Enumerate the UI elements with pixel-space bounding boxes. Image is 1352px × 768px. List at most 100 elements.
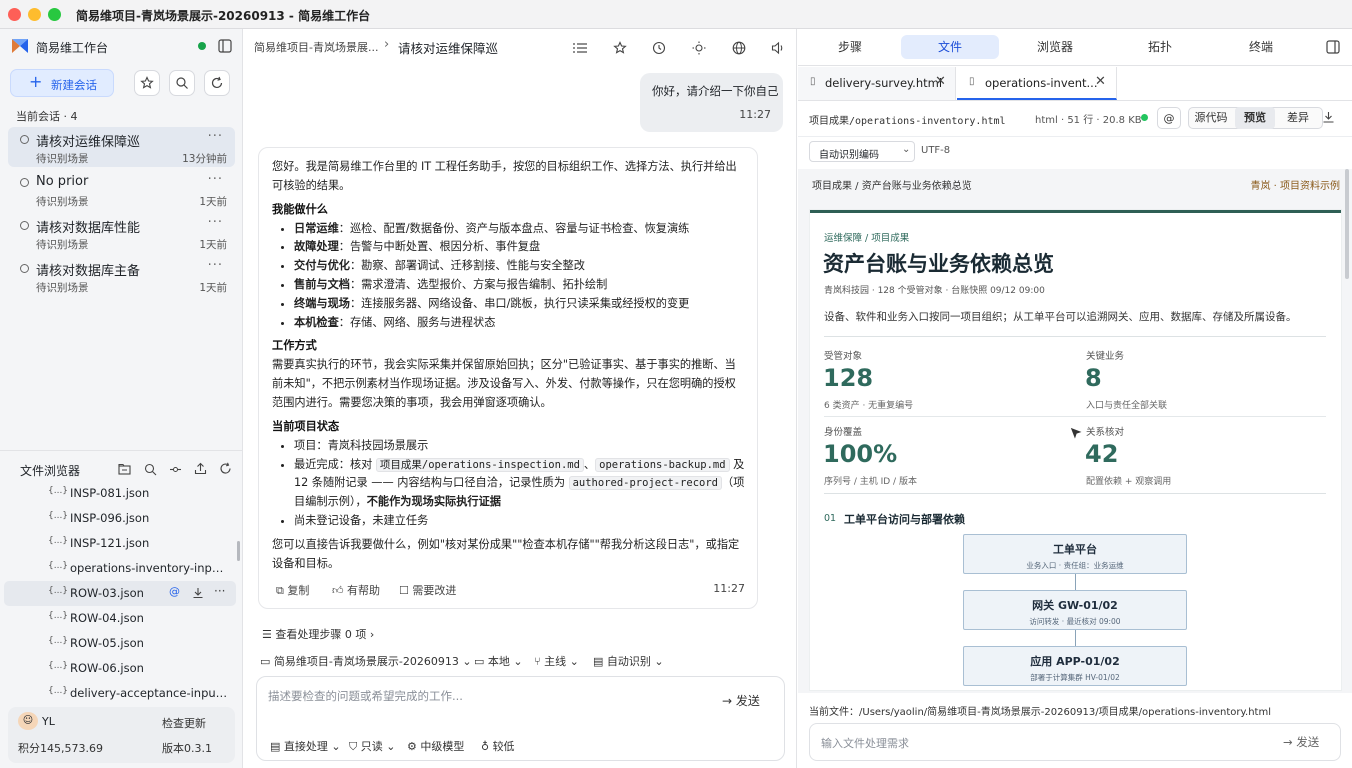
download-icon[interactable] bbox=[1322, 111, 1335, 124]
panel-toggle-icon[interactable] bbox=[1326, 40, 1340, 54]
close-tab-icon[interactable]: ✕ bbox=[935, 74, 946, 89]
tab-steps[interactable]: 步骤 bbox=[801, 35, 899, 59]
chat-input[interactable]: 描述要检查的问题或希望完成的工作... bbox=[268, 688, 463, 704]
mention-icon[interactable]: @ bbox=[169, 585, 180, 598]
conversation-item-0[interactable]: 请核对运维保障巡 ··· 待识别场景 13分钟前 bbox=[8, 127, 235, 167]
avatar[interactable]: ☺ bbox=[18, 712, 38, 730]
mode-selector[interactable]: ▤ 自动识别 ⌄ bbox=[593, 653, 664, 669]
search-button[interactable] bbox=[169, 70, 195, 96]
plus-icon: + bbox=[29, 72, 43, 91]
conversation-item-3[interactable]: 请核对数据库主备 ··· 待识别场景 1天前 bbox=[8, 256, 235, 296]
file-tab-0[interactable]: ▯ delivery-survey.html ✕ bbox=[798, 67, 956, 100]
search-files-icon[interactable] bbox=[144, 463, 157, 476]
file-item-selected[interactable]: {...} ROW-03.json @ ··· bbox=[4, 581, 236, 606]
history-icon[interactable] bbox=[650, 39, 668, 57]
process-mode-selector[interactable]: ▤ 直接处理 ⌄ bbox=[270, 738, 341, 754]
chevron-down-icon: ⌄ bbox=[902, 144, 911, 155]
location-selector[interactable]: ▭ 本地 ⌄ bbox=[474, 653, 523, 669]
json-file-icon: {...} bbox=[48, 586, 69, 596]
file-item[interactable]: {...} ROW-05.json bbox=[0, 631, 243, 656]
file-name: ROW-03.json bbox=[70, 586, 144, 600]
view-diff-button[interactable]: 差异 bbox=[1276, 107, 1320, 129]
title-bar: 简易维项目-青岚场景展示-20260913 - 简易维工作台 bbox=[0, 0, 1352, 29]
project-selector[interactable]: ▭ 简易维项目-青岚场景展示-20260913 ⌄ bbox=[260, 653, 472, 669]
file-request-input[interactable]: 输入文件处理需求 bbox=[821, 735, 909, 751]
refresh-files-icon[interactable] bbox=[219, 462, 232, 475]
preview-document: 运维保障 / 项目成果 资产台账与业务依赖总览 青岚科技园 · 128 个受管对… bbox=[810, 210, 1341, 690]
helpful-button[interactable]: 👍︎ 有帮助 bbox=[332, 582, 380, 598]
arrow-right-icon: → bbox=[722, 694, 736, 708]
new-folder-icon[interactable] bbox=[118, 463, 131, 476]
speaker-icon[interactable] bbox=[769, 39, 787, 57]
favorites-button[interactable] bbox=[134, 70, 160, 96]
node-title: 应用 APP-01/02 bbox=[1030, 655, 1120, 668]
tab-browser[interactable]: 浏览器 bbox=[1006, 35, 1104, 59]
upload-icon[interactable] bbox=[194, 462, 207, 475]
conversation-time: 13分钟前 bbox=[182, 153, 227, 165]
breadcrumb-project[interactable]: 简易维项目-青岚场景展... bbox=[254, 39, 378, 55]
collapse-icon[interactable] bbox=[169, 463, 182, 476]
topology-node[interactable]: 网关 GW-01/02 访问转发 · 最近核对 09:00 bbox=[963, 590, 1187, 630]
view-source-button[interactable]: 源代码 bbox=[1189, 107, 1233, 129]
minimize-window-button[interactable] bbox=[28, 8, 41, 21]
effort-selector[interactable]: ♁ 较低 bbox=[481, 738, 515, 754]
check-update-button[interactable]: 检查更新 bbox=[162, 715, 206, 731]
more-options-icon[interactable]: ··· bbox=[208, 172, 223, 187]
branch-selector[interactable]: ⑂ 主线 ⌄ bbox=[534, 653, 579, 669]
more-options-icon[interactable]: ··· bbox=[208, 215, 223, 230]
preview-scrollbar[interactable] bbox=[1345, 169, 1349, 279]
star-icon[interactable] bbox=[611, 39, 629, 57]
tab-files[interactable]: 文件 bbox=[901, 35, 999, 59]
mention-button[interactable]: @ bbox=[1157, 107, 1181, 129]
topology-node[interactable]: 应用 APP-01/02 部署于计算集群 HV-01/02 bbox=[963, 646, 1187, 686]
file-item[interactable]: {...} ROW-06.json bbox=[0, 656, 243, 681]
copy-button[interactable]: ⧉ 复制 bbox=[276, 582, 309, 598]
user-points: 积分145,573.69 bbox=[18, 742, 103, 755]
more-options-icon[interactable]: ··· bbox=[208, 258, 223, 273]
encoding-select[interactable]: 自动识别编码 ⌄ bbox=[809, 141, 915, 162]
model-selector[interactable]: ⚙ 中级模型 bbox=[407, 738, 464, 754]
file-item[interactable]: {...} INSP-096.json bbox=[0, 506, 243, 531]
new-chat-button[interactable]: + 新建会话 bbox=[10, 69, 114, 97]
send-button[interactable]: → 发送 bbox=[722, 692, 760, 709]
json-file-icon: {...} bbox=[48, 486, 69, 496]
toggle-sidebar-icon[interactable] bbox=[218, 39, 232, 53]
file-item[interactable]: {...} ROW-04.json bbox=[0, 606, 243, 631]
file-item[interactable]: {...} delivery-acceptance-inputs.json bbox=[0, 681, 243, 706]
steps-icon: ☰ bbox=[262, 628, 276, 641]
file-item[interactable]: {...} INSP-081.json bbox=[0, 481, 243, 506]
view-steps-button[interactable]: ☰ 查看处理步骤 0 项 › bbox=[262, 626, 374, 642]
doc-breadcrumb: 项目成果 / 资产台账与业务依赖总览 bbox=[812, 181, 972, 192]
globe-icon[interactable] bbox=[730, 39, 748, 57]
conversation-item-1[interactable]: No prior ··· 待识别场景 1天前 bbox=[8, 170, 235, 210]
permission-selector[interactable]: ⛉ 只读 ⌄ bbox=[349, 738, 395, 754]
file-item[interactable]: {...} operations-inventory-inputs.json bbox=[0, 556, 243, 581]
refresh-button[interactable] bbox=[204, 70, 230, 96]
file-item[interactable]: {...} INSP-121.json bbox=[0, 531, 243, 556]
file-list-scrollbar[interactable] bbox=[237, 541, 240, 561]
download-icon[interactable] bbox=[192, 587, 204, 599]
status-list: 项目：青岚科技园场景展示 最近完成：核对 项目成果/operations-ins… bbox=[294, 437, 747, 531]
maximize-window-button[interactable] bbox=[48, 8, 61, 21]
close-tab-icon[interactable]: ✕ bbox=[1095, 74, 1106, 89]
list-icon[interactable] bbox=[571, 39, 589, 57]
node-subtitle: 部署于计算集群 HV-01/02 bbox=[1030, 673, 1120, 682]
view-preview-button[interactable]: 预览 bbox=[1235, 107, 1275, 129]
theme-icon[interactable] bbox=[690, 39, 708, 57]
tab-terminal[interactable]: 终端 bbox=[1212, 35, 1310, 59]
conversation-time: 1天前 bbox=[199, 196, 227, 208]
improve-button[interactable]: ☐ 需要改进 bbox=[399, 582, 456, 598]
close-window-button[interactable] bbox=[8, 8, 21, 21]
file-send-button[interactable]: → 发送 bbox=[1283, 734, 1319, 750]
tab-topology[interactable]: 拓扑 bbox=[1111, 35, 1209, 59]
file-tab-1-active[interactable]: ▯ operations-invent... ✕ bbox=[957, 67, 1117, 100]
file-path: 项目成果/operations-inventory.html bbox=[809, 116, 1006, 127]
more-options-icon[interactable]: ··· bbox=[208, 129, 223, 144]
topology-node[interactable]: 工单平台 业务入口 · 责任组：业务运维 bbox=[963, 534, 1187, 574]
conversation-status-icon bbox=[20, 178, 29, 187]
more-options-icon[interactable]: ··· bbox=[214, 584, 225, 598]
conversation-item-2[interactable]: 请核对数据库性能 ··· 待识别场景 1天前 bbox=[8, 213, 235, 253]
stat-sub: 配置依赖 + 观察调用 bbox=[1086, 477, 1172, 487]
file-name: ROW-04.json bbox=[70, 611, 144, 625]
divider bbox=[0, 450, 243, 451]
